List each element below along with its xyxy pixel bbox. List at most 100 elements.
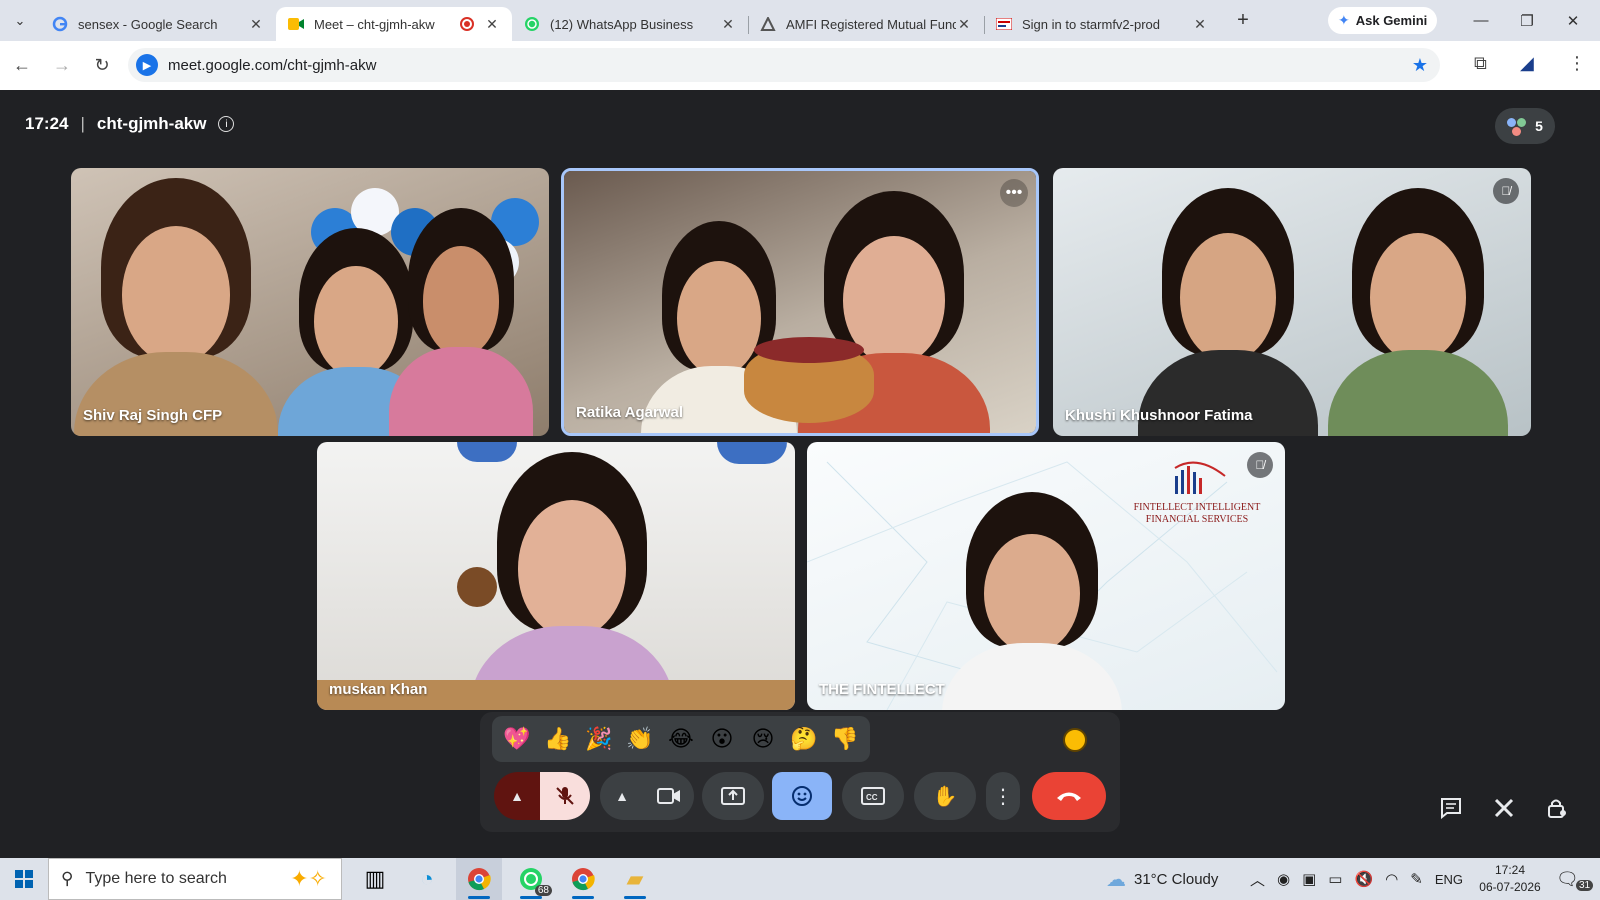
tab-title: Sign in to starmfv2-prod — [1022, 16, 1161, 32]
reaction-party-popper[interactable]: 🎉 — [582, 722, 616, 756]
windows-start-icon[interactable] — [0, 858, 48, 900]
tab-starmf[interactable]: Sign in to starmfv2-prod ✕ — [984, 7, 1220, 41]
file-explorer-icon[interactable]: ▰ — [612, 858, 658, 900]
tab-amfi[interactable]: AMFI Registered Mutual Fund ✕ — [748, 7, 985, 41]
participant-tile[interactable]: ••• Ratika Agarwal — [561, 168, 1039, 436]
taskbar-search-box[interactable]: ⚲ Type here to search ✦✧ — [48, 858, 342, 900]
recording-icon — [460, 17, 474, 31]
mic-off-icon: 🎙̸ — [1247, 452, 1273, 478]
edge-icon[interactable]: ◔ — [404, 858, 450, 900]
tab-meet[interactable]: Meet – cht-gjmh-akw ✕ — [276, 7, 512, 41]
record-icon[interactable]: ◉ — [1277, 870, 1290, 888]
pen-icon[interactable]: ✎ — [1410, 870, 1423, 888]
gemini-spark-icon: ✦ — [1338, 12, 1350, 28]
tab-search-chevron-icon[interactable]: ⌄ — [0, 0, 40, 41]
whatsapp-taskbar-icon[interactable]: 68 — [508, 858, 554, 900]
forward-arrow-icon[interactable]: → — [44, 48, 80, 84]
meet-stage: 17:24 | cht-gjmh-akw i 5 Shiv Raj Singh … — [0, 90, 1600, 858]
task-view-icon[interactable]: ▥ — [352, 858, 398, 900]
participant-video — [71, 168, 549, 436]
bse-icon — [996, 16, 1012, 32]
whatsapp-icon — [524, 16, 540, 32]
skin-tone-selector[interactable] — [1063, 728, 1087, 752]
omnibox[interactable]: ▶ meet.google.com/cht-gjmh-akw ★ — [128, 48, 1440, 82]
speaker-muted-icon[interactable]: 🔇 — [1354, 870, 1373, 888]
captions-button[interactable]: CC — [842, 772, 904, 820]
camera-toggle-button[interactable] — [644, 772, 694, 820]
bookmark-star-icon[interactable]: ★ — [1412, 55, 1428, 76]
host-controls-button[interactable] — [1536, 787, 1578, 829]
taskbar-clock[interactable]: 17:24 06-07-2026 — [1470, 858, 1550, 900]
weather-widget[interactable]: ☁ 31°C Cloudy — [1106, 858, 1218, 900]
extensions-icon[interactable]: ⧉ — [1474, 53, 1487, 74]
site-info-icon[interactable]: ▶ — [136, 54, 158, 76]
present-screen-button[interactable] — [702, 772, 764, 820]
tab-title: Meet – cht-gjmh-akw — [314, 16, 435, 32]
back-arrow-icon[interactable]: ← — [4, 48, 40, 84]
reaction-joy[interactable]: 😂 — [664, 722, 698, 756]
participant-name: Khushi Khushnoor Fatima — [1065, 407, 1253, 424]
restore-button[interactable]: ❐ — [1504, 0, 1550, 41]
reaction-thumbs-down[interactable]: 👎 — [828, 722, 862, 756]
participant-video — [317, 442, 795, 710]
chrome-profile-icon[interactable] — [560, 858, 606, 900]
close-icon[interactable]: ✕ — [956, 16, 972, 33]
mic-off-icon — [556, 787, 574, 805]
mic-toggle-button[interactable] — [540, 772, 590, 820]
participant-count: 5 — [1535, 118, 1543, 134]
more-options-icon[interactable]: ••• — [1000, 179, 1028, 207]
input-language[interactable]: ENG — [1435, 872, 1463, 887]
chat-button[interactable] — [1430, 787, 1472, 829]
reaction-surprised[interactable]: 😮 — [705, 722, 739, 756]
browser-menu-icon[interactable]: ⋮ — [1568, 53, 1586, 74]
url-text: meet.google.com/cht-gjmh-akw — [168, 56, 377, 74]
camera-icon — [657, 788, 680, 804]
people-button[interactable]: 5 — [1495, 108, 1555, 144]
ask-gemini-button[interactable]: ✦ Ask Gemini — [1328, 7, 1438, 34]
tab-google-search[interactable]: sensex - Google Search ✕ — [40, 7, 277, 41]
hang-up-icon — [1057, 792, 1081, 801]
participant-tile[interactable]: muskan Khan — [317, 442, 795, 710]
participant-tile[interactable]: 🎙̸ Khushi Khushnoor Fatima — [1053, 168, 1531, 436]
raise-hand-button[interactable]: ✋ — [914, 772, 976, 820]
new-tab-button[interactable]: + — [1226, 9, 1260, 32]
show-hidden-icons-chevron-icon[interactable]: ︿ — [1250, 869, 1265, 890]
reaction-thinking[interactable]: 🤔 — [787, 722, 821, 756]
wifi-icon[interactable]: ◠ — [1385, 870, 1398, 888]
close-window-button[interactable]: ✕ — [1550, 0, 1596, 41]
leave-call-button[interactable] — [1032, 772, 1106, 820]
meeting-details: 17:24 | cht-gjmh-akw i — [25, 114, 235, 134]
battery-icon[interactable]: ▭ — [1328, 870, 1342, 888]
minimize-button[interactable]: — — [1458, 0, 1504, 41]
reaction-thumbs-up[interactable]: 👍 — [541, 722, 575, 756]
call-controls: ▲ ▲ CC ✋ ⋮ — [480, 766, 1120, 832]
chrome-icon[interactable] — [456, 858, 502, 900]
svg-text:CC: CC — [866, 793, 878, 802]
video-options-chevron-icon[interactable]: ▲ — [600, 772, 644, 820]
close-icon[interactable]: ✕ — [720, 16, 736, 33]
reaction-sad[interactable]: 😢 — [746, 722, 780, 756]
info-icon[interactable]: i — [218, 116, 235, 132]
meet-present-icon[interactable]: ▣ — [1302, 870, 1316, 888]
lock-person-icon — [1548, 799, 1566, 818]
close-icon[interactable]: ✕ — [484, 16, 500, 33]
cloud-icon: ☁ — [1106, 868, 1126, 891]
close-icon[interactable]: ✕ — [248, 16, 264, 33]
reaction-clap[interactable]: 👏 — [623, 722, 657, 756]
reaction-sparkling-heart[interactable]: 💖 — [500, 722, 534, 756]
audio-options-chevron-icon[interactable]: ▲ — [494, 772, 540, 820]
participant-tile[interactable]: FINTELLECT INTELLIGENT FINANCIAL SERVICE… — [807, 442, 1285, 710]
tab-title: sensex - Google Search — [78, 16, 218, 32]
reactions-button[interactable] — [772, 772, 832, 820]
more-options-button[interactable]: ⋮ — [986, 772, 1020, 820]
close-icon[interactable]: ✕ — [1192, 16, 1208, 33]
tab-whatsapp[interactable]: (12) WhatsApp Business ✕ — [512, 7, 749, 41]
reload-icon[interactable]: ↻ — [84, 48, 120, 84]
tab-title: (12) WhatsApp Business — [550, 16, 694, 32]
profile-icon[interactable]: ◢ — [1520, 53, 1534, 74]
notification-center-icon[interactable]: 🗨 31 — [1556, 858, 1594, 900]
copilot-sparkle-icon: ✦✧ — [290, 866, 327, 891]
participant-tile[interactable]: Shiv Raj Singh CFP — [71, 168, 549, 436]
meeting-time: 17:24 — [25, 114, 69, 133]
activities-button[interactable] — [1483, 787, 1525, 829]
